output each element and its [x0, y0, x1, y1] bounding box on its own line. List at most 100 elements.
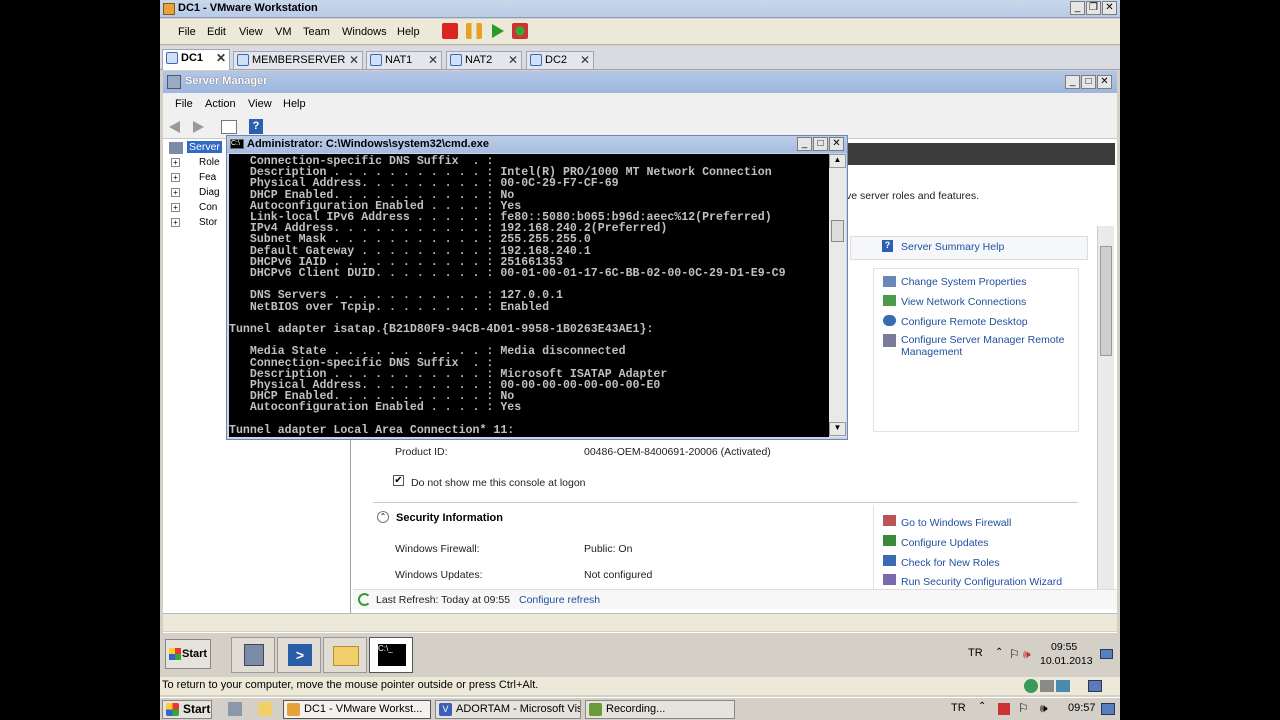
expand-icon[interactable]: +: [171, 203, 180, 212]
server-manager-taskbar-icon[interactable]: [231, 637, 275, 673]
menu-file[interactable]: File: [175, 98, 193, 110]
cmd-taskbar-icon[interactable]: C:\_: [369, 637, 413, 673]
vmware-hint-bar: To return to your computer, move the mou…: [160, 677, 1120, 695]
menu-edit[interactable]: Edit: [207, 26, 226, 38]
close-icon[interactable]: ✕: [216, 50, 226, 66]
show-hide-tree-icon[interactable]: [221, 120, 237, 134]
tab-memberserver[interactable]: MEMBERSERVER ✕: [233, 51, 363, 69]
maximize-button[interactable]: □: [813, 137, 828, 151]
suspend-icon[interactable]: [466, 23, 482, 39]
powershell-taskbar-icon[interactable]: >: [277, 637, 321, 673]
cmd-window[interactable]: C:\ Administrator: C:\Windows\system32\c…: [226, 135, 848, 440]
console-text: Connection-specific DNS Suffix . : Descr…: [229, 155, 786, 437]
scroll-down-icon[interactable]: ▼: [829, 422, 846, 436]
quicklaunch-explorer-icon[interactable]: [258, 702, 272, 716]
menu-view[interactable]: View: [248, 98, 272, 110]
security-wizard-icon: [883, 574, 896, 585]
close-icon[interactable]: ✕: [508, 52, 518, 68]
maximize-button[interactable]: □: [1081, 75, 1096, 89]
configure-refresh-link[interactable]: Configure refresh: [519, 594, 600, 606]
check-new-roles-link[interactable]: Check for New Roles: [901, 557, 1000, 569]
security-wizard-link[interactable]: Run Security Configuration Wizard: [901, 576, 1062, 588]
change-system-properties-link[interactable]: Change System Properties: [901, 276, 1026, 288]
cmd-console-output[interactable]: Connection-specific DNS Suffix . : Descr…: [229, 154, 829, 437]
menu-action[interactable]: Action: [205, 98, 236, 110]
hdd-status-icon[interactable]: [1040, 680, 1054, 692]
cmd-scrollbar[interactable]: ▲ ▼: [829, 154, 846, 437]
network-status-icon[interactable]: [1024, 679, 1038, 693]
restore-button[interactable]: ❐: [1086, 1, 1101, 15]
tray-arrow-icon[interactable]: ⌃: [995, 647, 1003, 658]
taskbar-visio-button[interactable]: V ADORTAM - Microsoft Visio: [435, 700, 581, 719]
server-summary-help-link[interactable]: Server Summary Help: [901, 241, 1004, 253]
explorer-taskbar-icon[interactable]: [323, 637, 367, 673]
cmd-title: Administrator: C:\Windows\system32\cmd.e…: [247, 138, 489, 150]
guest-language-indicator[interactable]: TR: [968, 647, 983, 659]
close-icon[interactable]: ✕: [349, 52, 359, 68]
taskbar-recording-button[interactable]: Recording...: [585, 700, 735, 719]
tab-nat2[interactable]: NAT2 ✕: [446, 51, 522, 69]
close-button[interactable]: ✕: [1102, 1, 1117, 15]
back-icon[interactable]: [169, 121, 180, 133]
expand-icon[interactable]: +: [171, 158, 180, 167]
close-button[interactable]: ✕: [1097, 75, 1112, 89]
menu-view[interactable]: View: [239, 26, 263, 38]
menu-help[interactable]: Help: [283, 98, 306, 110]
expand-icon[interactable]: +: [171, 173, 180, 182]
view-network-connections-link[interactable]: View Network Connections: [901, 296, 1026, 308]
go-to-firewall-link[interactable]: Go to Windows Firewall: [901, 517, 1011, 529]
expand-icon[interactable]: +: [171, 188, 180, 197]
vertical-scrollbar[interactable]: [1097, 226, 1114, 590]
help-icon[interactable]: ?: [249, 119, 263, 134]
tab-dc1[interactable]: DC1 ✕: [162, 49, 230, 70]
tray-app-icon[interactable]: [998, 703, 1010, 715]
close-button[interactable]: ✕: [829, 137, 844, 151]
collapse-icon[interactable]: ⌃: [377, 511, 389, 523]
scroll-thumb[interactable]: [831, 220, 844, 242]
power-off-icon[interactable]: [442, 23, 458, 39]
tree-item-server[interactable]: Server: [187, 141, 222, 153]
quicklaunch-server-icon[interactable]: [228, 702, 242, 716]
flag-icon[interactable]: ⚐: [1009, 647, 1020, 661]
configure-remote-management-link[interactable]: Configure Server Manager Remote Manageme…: [901, 334, 1071, 358]
configure-updates-link[interactable]: Configure Updates: [901, 537, 989, 549]
taskbar-button-label: Recording...: [606, 703, 666, 715]
tray-arrow-icon[interactable]: ⌃: [978, 701, 986, 712]
guest-start-button[interactable]: Start: [165, 639, 211, 669]
expand-icon[interactable]: +: [171, 218, 180, 227]
menu-windows[interactable]: Windows: [342, 26, 387, 38]
dont-show-checkbox[interactable]: ✔: [393, 475, 404, 486]
menu-team[interactable]: Team: [303, 26, 330, 38]
power-on-icon[interactable]: [492, 24, 504, 38]
scroll-thumb[interactable]: [1100, 246, 1112, 356]
host-clock-time[interactable]: 09:57: [1068, 702, 1096, 714]
minimize-button[interactable]: _: [797, 137, 812, 151]
menu-help[interactable]: Help: [397, 26, 420, 38]
dont-show-label: Do not show me this console at logon: [411, 477, 586, 489]
volume-icon[interactable]: 🕪: [1040, 701, 1048, 716]
host-start-button[interactable]: Start: [162, 700, 212, 719]
reset-icon[interactable]: [512, 23, 528, 39]
close-icon[interactable]: ✕: [580, 52, 590, 68]
scroll-up-icon[interactable]: ▲: [829, 154, 846, 168]
guest-clock-time[interactable]: 09:55: [1051, 641, 1077, 653]
minimize-button[interactable]: _: [1070, 1, 1085, 15]
show-desktop-icon[interactable]: [1100, 649, 1113, 659]
volume-icon[interactable]: 🕪: [1023, 647, 1031, 662]
taskbar-vmware-button[interactable]: DC1 - VMware Workst...: [283, 700, 431, 719]
flag-icon[interactable]: ⚐: [1018, 701, 1029, 715]
network-adapter-icon[interactable]: [1056, 680, 1070, 692]
show-desktop-icon[interactable]: [1101, 703, 1115, 715]
menu-file[interactable]: File: [178, 26, 196, 38]
menu-vm[interactable]: VM: [275, 26, 292, 38]
host-language-indicator[interactable]: TR: [951, 702, 966, 714]
configure-remote-desktop-link[interactable]: Configure Remote Desktop: [901, 316, 1028, 328]
display-icon[interactable]: [1088, 680, 1102, 692]
forward-icon[interactable]: [193, 121, 204, 133]
guest-clock-date[interactable]: 10.01.2013: [1040, 655, 1093, 667]
minimize-button[interactable]: _: [1065, 75, 1080, 89]
close-icon[interactable]: ✕: [428, 52, 438, 68]
server-manager-icon: [167, 75, 181, 89]
tab-dc2[interactable]: DC2 ✕: [526, 51, 594, 69]
tab-nat1[interactable]: NAT1 ✕: [366, 51, 442, 69]
